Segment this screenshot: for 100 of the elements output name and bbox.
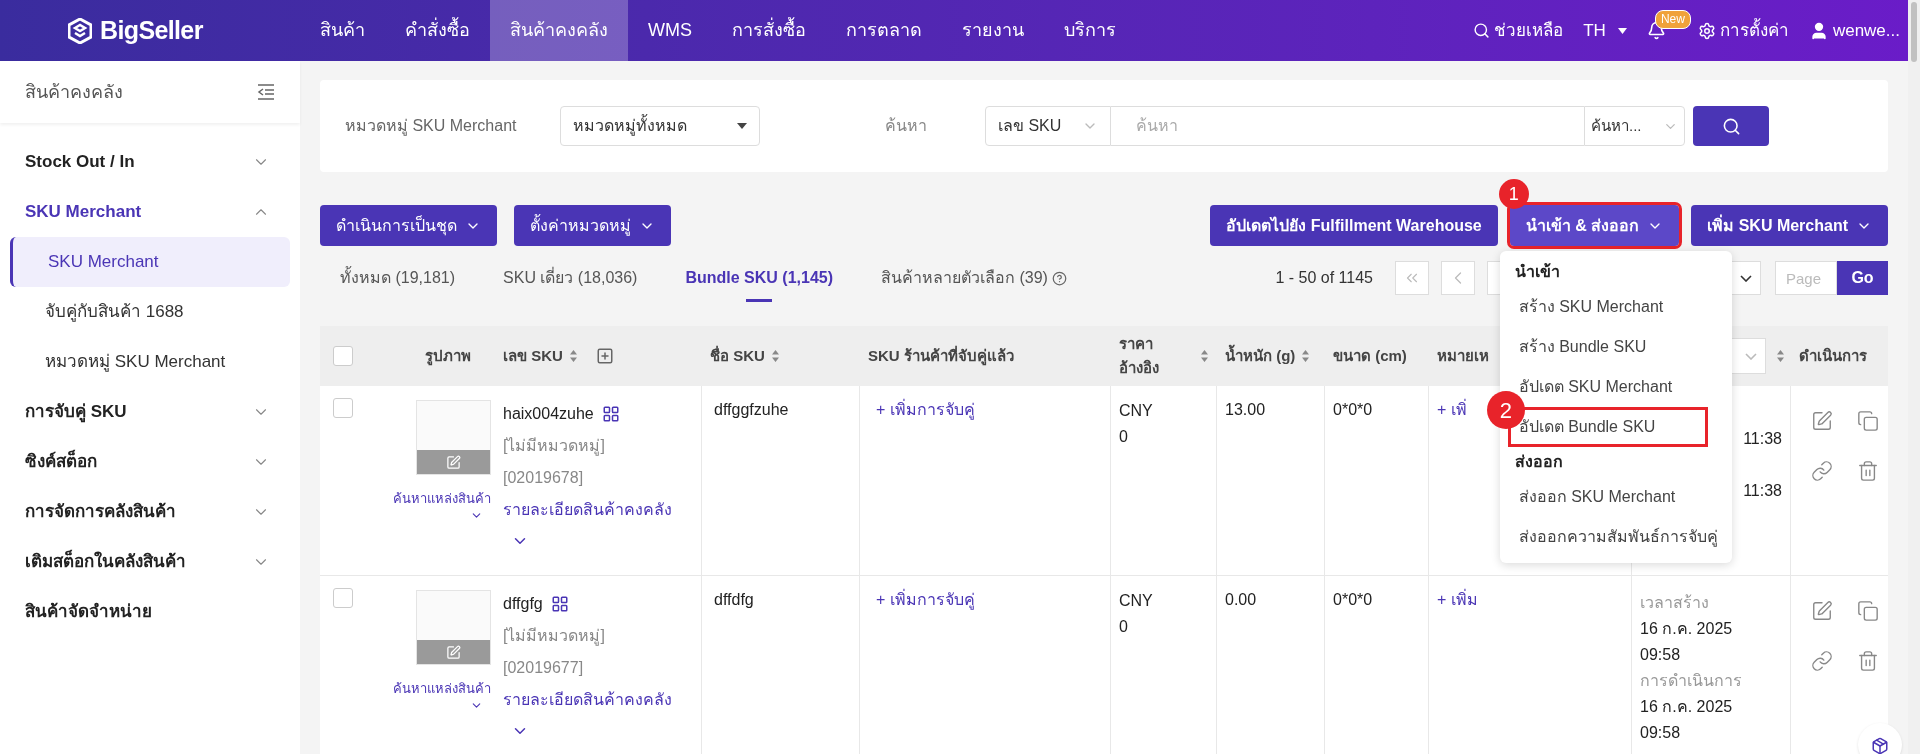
search-input[interactable]: ค้นหา xyxy=(1111,106,1584,146)
nav-tab[interactable]: สินค้าคงคลัง xyxy=(490,0,628,61)
sku-name: dffggfzuhe xyxy=(714,401,789,418)
sidebar-group[interactable]: สินค้าจัดจำหน่าย xyxy=(0,587,300,637)
item-code: [02019678] xyxy=(503,468,585,488)
language-select[interactable]: TH xyxy=(1583,17,1627,44)
sidebar-group[interactable]: Stock Out / In xyxy=(0,137,300,187)
search-mode-select[interactable]: ค้นหา... xyxy=(1584,106,1685,146)
currency-text: CNY xyxy=(1119,591,1154,611)
caret-icon xyxy=(737,123,747,129)
go-button[interactable]: Go xyxy=(1837,261,1888,295)
toolbar-button[interactable]: อัปเดตไปยัง Fulfillment Warehouse xyxy=(1210,205,1498,246)
chevron-down-icon xyxy=(1740,274,1752,282)
floating-button[interactable] xyxy=(1858,723,1902,754)
collapse-sidebar-icon[interactable] xyxy=(257,84,275,100)
menu-section-title: ส่งออก xyxy=(1514,452,1563,472)
sku-name: dffdfg xyxy=(714,591,754,608)
grid-icon[interactable] xyxy=(601,405,620,423)
scrollbar[interactable] xyxy=(1908,0,1920,754)
filter-tab[interactable]: สินค้าหลายตัวเลือก (39) xyxy=(881,246,1067,310)
page-input[interactable]: Page xyxy=(1775,261,1837,295)
edit-image-bar[interactable] xyxy=(417,640,490,664)
toolbar-button[interactable]: นำเข้า & ส่งออก xyxy=(1509,205,1680,246)
search-button[interactable] xyxy=(1693,106,1769,146)
sidebar-item[interactable]: หมวดหมู่ SKU Merchant xyxy=(10,337,290,387)
filter-tab[interactable]: Bundle SKU (1,145) xyxy=(685,246,834,310)
delete-icon[interactable] xyxy=(1857,650,1879,672)
link-icon[interactable] xyxy=(1811,460,1833,482)
sort-icon[interactable] xyxy=(1200,349,1209,363)
settings-link[interactable]: การตั้งค่า xyxy=(1697,17,1789,44)
nav-tab[interactable]: คำสั่งซื้อ xyxy=(385,0,490,61)
time-value: 16 ก.ค. 2025 xyxy=(1640,619,1734,639)
filter-tab[interactable]: ทั้งหมด (19,181) xyxy=(340,246,456,310)
category-select[interactable]: หมวดหมู่ทั้งหมด xyxy=(560,106,760,146)
user-menu[interactable]: wenwe... xyxy=(1808,17,1900,44)
grid-icon[interactable] xyxy=(550,595,569,613)
settings-icon xyxy=(1697,21,1716,40)
menu-item[interactable]: ส่งออกความสัมพันธ์การจับคู่ xyxy=(1507,517,1727,557)
nav-tab[interactable]: การตลาด xyxy=(826,0,942,61)
find-source-link[interactable]: ค้นหาแหล่งสินค้า xyxy=(393,679,491,699)
time-value: 11:38 xyxy=(1743,429,1782,449)
edit-icon[interactable] xyxy=(1811,600,1833,622)
price-text: 0 xyxy=(1119,427,1129,447)
sidebar-group[interactable]: การจัดการคลังสินค้า xyxy=(0,487,300,537)
add-column-icon[interactable] xyxy=(595,347,614,365)
edit-icon[interactable] xyxy=(1811,410,1833,432)
sidebar-group[interactable]: SKU Merchant xyxy=(0,187,300,237)
sidebar-group[interactable]: เติมสต็อกในคลังสินค้า xyxy=(0,537,300,587)
column-header: น้ำหนัก (g) xyxy=(1225,344,1296,366)
toolbar-button[interactable]: เพิ่ม SKU Merchant xyxy=(1691,205,1888,246)
column-header: หมายเห xyxy=(1437,345,1489,366)
sidebar-group[interactable]: ซิงค์สต็อก xyxy=(0,437,300,487)
toolbar-button[interactable]: ดำเนินการเป็นชุด xyxy=(320,205,497,246)
help-link[interactable]: ช่วยเหลือ xyxy=(1473,17,1564,44)
toolbar-button[interactable]: ตั้งค่าหมวดหมู่ xyxy=(514,205,671,246)
copy-icon[interactable] xyxy=(1857,410,1879,432)
add-match-link[interactable]: + เพิ่มการจับคู่ xyxy=(876,588,975,612)
add-match-link[interactable]: + เพิ่มการจับคู่ xyxy=(876,398,975,422)
menu-item[interactable]: สร้าง Bundle SKU xyxy=(1507,327,1708,367)
time-value: 09:58 xyxy=(1640,645,1682,665)
inventory-detail-link[interactable]: รายละเอียดสินค้าคงคลัง xyxy=(503,684,701,716)
checkbox[interactable] xyxy=(333,346,353,366)
sort-icon[interactable] xyxy=(770,349,780,363)
sidebar-title: สินค้าคงคลัง xyxy=(25,80,123,104)
sidebar-item[interactable]: จับคู่กับสินค้า 1688 xyxy=(10,287,290,337)
menu-item[interactable]: สร้าง SKU Merchant xyxy=(1507,287,1708,327)
add-note-link[interactable]: + เพิ่ xyxy=(1437,398,1467,422)
delete-icon[interactable] xyxy=(1857,460,1879,482)
nav-tab[interactable]: WMS xyxy=(628,0,712,61)
nav-tab[interactable]: สินค้า xyxy=(300,0,385,61)
link-icon[interactable] xyxy=(1811,650,1833,672)
checkbox[interactable] xyxy=(333,398,353,418)
nav-tab[interactable]: บริการ xyxy=(1044,0,1136,61)
sidebar-group[interactable]: การจับคู่ SKU xyxy=(0,387,300,437)
size-text: 0*0*0 xyxy=(1333,401,1373,418)
sort-icon[interactable] xyxy=(1301,349,1311,363)
checkbox[interactable] xyxy=(333,588,353,608)
price-text: 0 xyxy=(1119,617,1129,637)
menu-item[interactable]: ส่งออก SKU Merchant xyxy=(1507,477,1708,517)
sort-icon[interactable] xyxy=(1776,349,1785,363)
column-header: เลข SKU xyxy=(503,345,563,366)
find-source-link[interactable]: ค้นหาแหล่งสินค้า xyxy=(393,489,491,509)
time-label: การดำเนินการ xyxy=(1640,671,1743,691)
time-label: เวลาสร้าง xyxy=(1640,593,1710,613)
time-value: 09:58 xyxy=(1640,723,1682,743)
nav-tab[interactable]: การสั่งซื้อ xyxy=(712,0,826,61)
nav-tab[interactable]: รายงาน xyxy=(942,0,1044,61)
sidebar-item[interactable]: SKU Merchant xyxy=(10,237,290,287)
search-field-select[interactable]: เลข SKU xyxy=(985,106,1111,146)
logo-icon xyxy=(68,17,92,44)
weight-text: 0.00 xyxy=(1225,591,1257,608)
filter-tab[interactable]: SKU เดี่ยว (18,036) xyxy=(503,246,638,310)
inventory-detail-link[interactable]: รายละเอียดสินค้าคงคลัง xyxy=(503,494,701,526)
page-range: 1 - 50 of 1145 xyxy=(1275,268,1373,288)
edit-image-bar[interactable] xyxy=(417,450,490,474)
sort-icon[interactable] xyxy=(568,349,578,363)
time-value: 11:38 xyxy=(1743,481,1782,501)
copy-icon[interactable] xyxy=(1857,600,1879,622)
category-text: [ไม่มีหมวดหมู่] xyxy=(503,626,606,648)
add-note-link[interactable]: + เพิ่ม xyxy=(1437,588,1478,612)
